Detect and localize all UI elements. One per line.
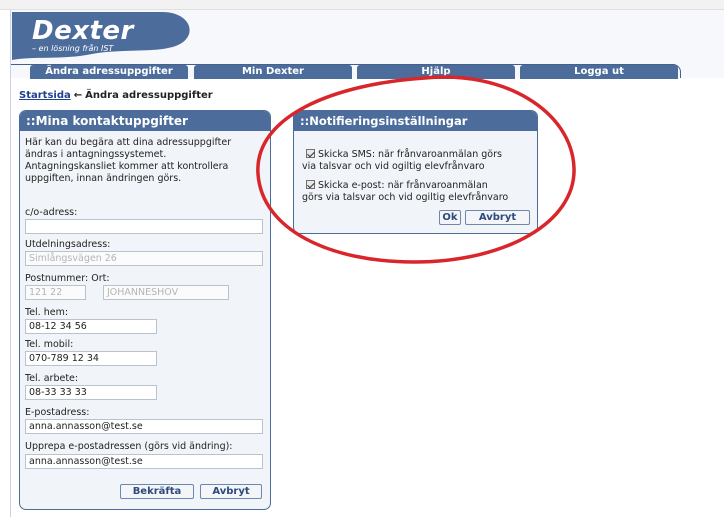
logo-name: Dexter [32, 16, 134, 46]
phone-home-input[interactable]: 08-12 34 56 [25, 319, 157, 334]
co-address-label: c/o-adress: [25, 207, 78, 218]
email-option-text-1: Skicka e-post: när frånvaroanmälan [318, 180, 488, 191]
phone-home-label: Tel. hem: [25, 307, 69, 318]
email-input[interactable]: anna.annasson@test.se [25, 419, 263, 434]
co-address-input[interactable] [25, 219, 263, 234]
tab-andra-adressuppgifter[interactable]: Ändra adressuppgifter [30, 65, 188, 79]
email-repeat-input[interactable]: anna.annasson@test.se [25, 454, 263, 469]
breadcrumb-current: Ändra adressuppgifter [85, 90, 213, 101]
notification-panel: ::Notifieringsinställningar Skicka SMS: … [293, 110, 538, 234]
delivery-address-input[interactable]: Simlångsvägen 26 [25, 251, 263, 266]
notification-cancel-button[interactable]: Avbryt [465, 210, 530, 225]
tab-hjalp[interactable]: Hjälp [357, 65, 515, 79]
ok-button[interactable]: Ok [439, 210, 461, 225]
breadcrumb-home-link[interactable]: Startsida [19, 90, 71, 101]
phone-mobile-label: Tel. mobil: [25, 339, 74, 350]
breadcrumb-arrow-icon: ← [73, 90, 83, 101]
city-input[interactable]: JOHANNESHOV [103, 285, 229, 300]
tab-logga-ut[interactable]: Logga ut [520, 65, 678, 79]
email-label: E-postadress: [25, 407, 90, 418]
sms-checkbox[interactable] [306, 149, 315, 158]
postal-city-label: Postnummer: Ort: [25, 273, 110, 284]
intro-line: Antagningskansliet kommer att kontroller… [25, 161, 229, 172]
intro-line: Här kan du begära att dina adressuppgift… [25, 137, 232, 148]
phone-work-input[interactable]: 08-33 33 33 [25, 385, 157, 400]
email-repeat-label: Upprepa e-postadressen (görs vid ändring… [25, 441, 233, 452]
sms-option-text-1: Skicka SMS: när frånvaroanmälan görs [318, 149, 502, 160]
cancel-button[interactable]: Avbryt [200, 484, 262, 499]
tab-min-dexter[interactable]: Min Dexter [194, 65, 352, 79]
email-option-text-2: görs via talsvar och vid ogiltig elevfrå… [302, 192, 509, 203]
intro-line: ändras i antagningssystemet. [25, 149, 167, 160]
phone-work-label: Tel. arbete: [25, 373, 79, 384]
postal-code-input[interactable]: 121 22 [25, 285, 86, 300]
confirm-button[interactable]: Bekräfta [120, 484, 194, 499]
sms-option-text-2: via talsvar och vid ogiltig elevfrånvaro [302, 161, 485, 172]
dexter-logo[interactable]: Dexter – en lösning från IST [12, 4, 202, 62]
email-notification-option[interactable]: Skicka e-post: när frånvaroanmälan görs … [302, 180, 536, 204]
breadcrumb: Startsida ← Ändra adressuppgifter [19, 90, 213, 101]
contact-panel-title: ::Mina kontaktuppgifter [20, 111, 270, 131]
sms-notification-option[interactable]: Skicka SMS: när frånvaroanmälan görs via… [302, 149, 536, 173]
notification-panel-title: ::Notifieringsinställningar [294, 111, 537, 131]
email-checkbox[interactable] [306, 180, 315, 189]
logo-tagline: – en lösning från IST [32, 44, 114, 53]
delivery-address-label: Utdelningsadress: [25, 239, 111, 250]
intro-line: uppgiften, innan ändringen görs. [25, 173, 182, 184]
contact-intro-text: Här kan du begära att dina adressuppgift… [25, 137, 265, 185]
phone-mobile-input[interactable]: 070-789 12 34 [25, 351, 157, 366]
contact-panel: ::Mina kontaktuppgifter Här kan du begär… [19, 110, 271, 510]
